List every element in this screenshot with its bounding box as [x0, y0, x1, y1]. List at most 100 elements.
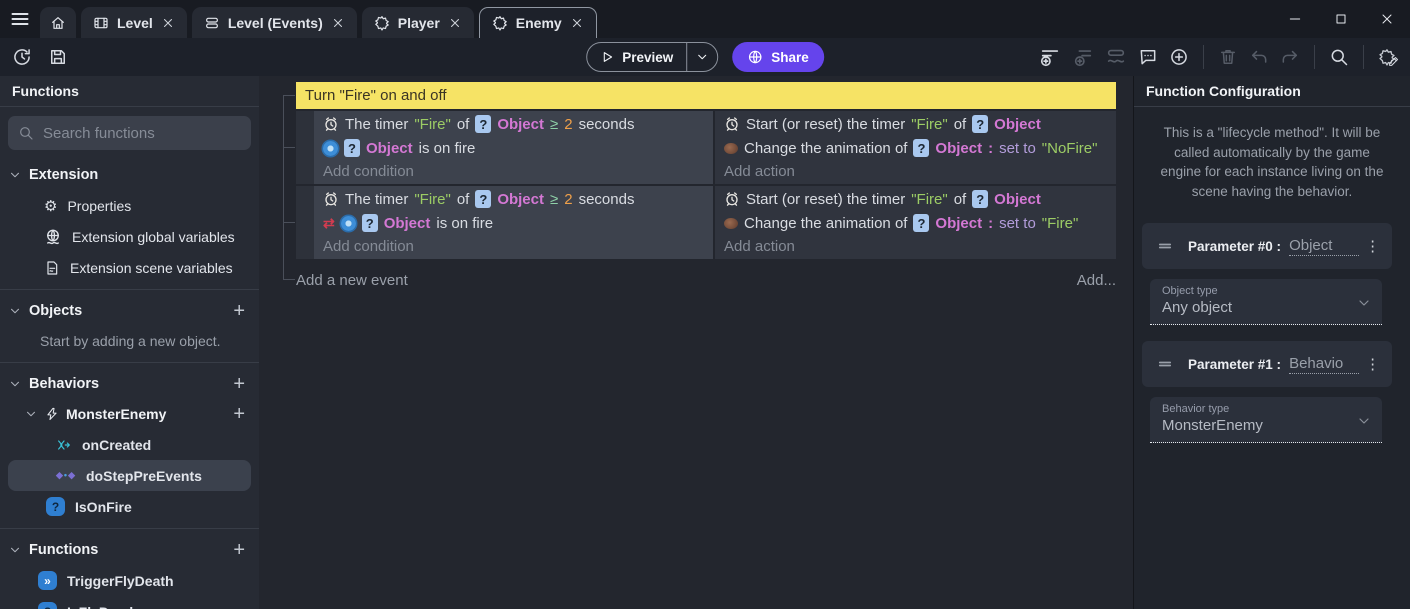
- add-object-button[interactable]: +: [233, 301, 245, 321]
- close-icon[interactable]: [161, 16, 175, 30]
- condition-is-on-fire-inverted[interactable]: ⇄ ? Object is on fire: [323, 211, 704, 235]
- action-change-animation[interactable]: Change the animation of ? Object: set to…: [724, 211, 1107, 235]
- add-event-icon[interactable]: [1039, 46, 1061, 68]
- section-behaviors[interactable]: Behaviors +: [0, 369, 259, 399]
- object-param-badge: ?: [362, 214, 378, 232]
- parameter-1-card[interactable]: Parameter #1 : Behavio ⋮: [1142, 341, 1392, 387]
- edit-extension-icon[interactable]: [1378, 48, 1396, 66]
- tree-tick: [283, 222, 295, 223]
- section-objects[interactable]: Objects +: [0, 296, 259, 326]
- main-menu-button[interactable]: [0, 0, 40, 38]
- preview-button[interactable]: Preview: [586, 42, 718, 72]
- tab-level[interactable]: Level: [81, 7, 187, 38]
- tab-enemy[interactable]: Enemy: [479, 7, 597, 38]
- parameter-label: Parameter #1 :: [1188, 357, 1281, 372]
- extension-icon: [374, 15, 390, 31]
- add-new-event-link[interactable]: Add a new event: [296, 272, 408, 289]
- preview-label: Preview: [622, 50, 673, 65]
- close-icon[interactable]: [570, 16, 584, 30]
- select-value: Any object: [1162, 299, 1370, 316]
- condition-is-on-fire[interactable]: ? Object is on fire: [323, 136, 704, 160]
- drag-handle-icon[interactable]: [1156, 237, 1174, 255]
- item-label: Extension global variables: [72, 229, 235, 245]
- globe-variables-icon: [44, 228, 62, 246]
- add-more-link[interactable]: Add...: [1077, 272, 1116, 289]
- action-start-timer[interactable]: Start (or reset) the timer "Fire" of ? O…: [724, 187, 1107, 211]
- close-icon[interactable]: [331, 16, 345, 30]
- select-label: Behavior type: [1162, 403, 1370, 415]
- sidebar-item-properties[interactable]: ⚙ Properties: [0, 190, 259, 221]
- add-action-link[interactable]: Add action: [724, 160, 1107, 183]
- tab-home[interactable]: [40, 7, 76, 38]
- window-controls: [1272, 0, 1410, 38]
- search-icon[interactable]: [1329, 47, 1349, 67]
- preview-options-chevron[interactable]: [687, 50, 717, 64]
- save-icon[interactable]: [48, 47, 68, 67]
- parameter-name-input[interactable]: Object: [1289, 237, 1359, 256]
- toolbar: Preview Share: [0, 38, 1410, 76]
- lifecycle-description: This is a "lifecycle method". It will be…: [1152, 123, 1392, 201]
- section-extension[interactable]: Extension: [0, 160, 259, 190]
- select-value: MonsterEnemy: [1162, 417, 1370, 434]
- tab-level-events[interactable]: Level (Events): [192, 7, 357, 38]
- more-add-icon[interactable]: [1169, 47, 1189, 67]
- kebab-menu-icon[interactable]: ⋮: [1359, 355, 1386, 373]
- divider: [0, 362, 259, 363]
- behavior-monsterenemy[interactable]: MonsterEnemy +: [0, 399, 259, 429]
- section-functions[interactable]: Functions +: [0, 535, 259, 565]
- tab-label: Enemy: [516, 15, 562, 31]
- minimize-button[interactable]: [1272, 0, 1318, 38]
- add-comment-icon[interactable]: [1138, 47, 1158, 67]
- search-input[interactable]: [43, 125, 242, 142]
- kebab-menu-icon[interactable]: ⋮: [1359, 237, 1386, 255]
- item-label: IsFlyDead: [67, 604, 133, 609]
- sidebar-item-isonfire[interactable]: ? IsOnFire: [0, 491, 259, 522]
- close-icon[interactable]: [448, 16, 462, 30]
- condition-timer[interactable]: The timer "Fire" of ? Object ≥ 2 seconds: [323, 187, 704, 211]
- search-functions-box[interactable]: [8, 116, 251, 150]
- event-drag-handle[interactable]: [296, 186, 314, 259]
- item-label: Properties: [67, 198, 131, 214]
- object-param-badge: ?: [913, 214, 929, 232]
- section-label: Extension: [29, 167, 98, 183]
- chevron-down-icon: [24, 407, 38, 421]
- sidebar-item-oncreated[interactable]: onCreated: [0, 429, 259, 460]
- maximize-button[interactable]: [1318, 0, 1364, 38]
- event-row[interactable]: The timer "Fire" of ? Object ≥ 2 seconds…: [296, 111, 1116, 184]
- tree-tick: [283, 147, 295, 148]
- history-icon[interactable]: [12, 47, 32, 67]
- sidebar-item-scene-variables[interactable]: Extension scene variables: [0, 252, 259, 283]
- add-action-link[interactable]: Add action: [724, 235, 1107, 258]
- share-button[interactable]: Share: [732, 42, 824, 72]
- parameter-name-input[interactable]: Behavio: [1289, 355, 1359, 374]
- action-function-icon: »: [38, 571, 57, 590]
- page-variables-icon: [44, 260, 60, 276]
- condition-timer[interactable]: The timer "Fire" of ? Object ≥ 2 seconds: [323, 112, 704, 136]
- sidebar-item-isflydead[interactable]: ? IsFlyDead: [0, 596, 259, 609]
- parameter-0-card[interactable]: Parameter #0 : Object ⋮: [1142, 223, 1392, 269]
- item-label: IsOnFire: [75, 499, 132, 515]
- sidebar-item-global-variables[interactable]: Extension global variables: [0, 221, 259, 252]
- condition-function-icon: ?: [38, 602, 57, 609]
- add-behavior-function-button[interactable]: +: [233, 404, 245, 424]
- events-sheet-icon: [204, 15, 220, 31]
- behavior-type-select[interactable]: Behavior type MonsterEnemy: [1150, 397, 1382, 443]
- action-change-animation[interactable]: Change the animation of ? Object: set to…: [724, 136, 1107, 160]
- close-window-button[interactable]: [1364, 0, 1410, 38]
- add-condition-link[interactable]: Add condition: [323, 235, 704, 258]
- add-behavior-button[interactable]: +: [233, 374, 245, 394]
- search-icon: [18, 125, 34, 141]
- event-drag-handle[interactable]: [296, 111, 314, 184]
- globe-icon: [747, 49, 763, 65]
- action-start-timer[interactable]: Start (or reset) the timer "Fire" of ? O…: [724, 112, 1107, 136]
- sidebar-item-dostepreevents[interactable]: ◆•◆ doStepPreEvents: [8, 460, 251, 491]
- sidebar-item-triggerflydeath[interactable]: » TriggerFlyDeath: [0, 565, 259, 596]
- object-type-select[interactable]: Object type Any object: [1150, 279, 1382, 325]
- event-row[interactable]: The timer "Fire" of ? Object ≥ 2 seconds…: [296, 186, 1116, 259]
- add-condition-link[interactable]: Add condition: [323, 160, 704, 183]
- tab-player[interactable]: Player: [362, 7, 474, 38]
- drag-handle-icon[interactable]: [1156, 355, 1174, 373]
- comment-event[interactable]: Turn "Fire" on and off: [296, 82, 1116, 109]
- section-label: Objects: [29, 303, 82, 319]
- add-function-button[interactable]: +: [233, 540, 245, 560]
